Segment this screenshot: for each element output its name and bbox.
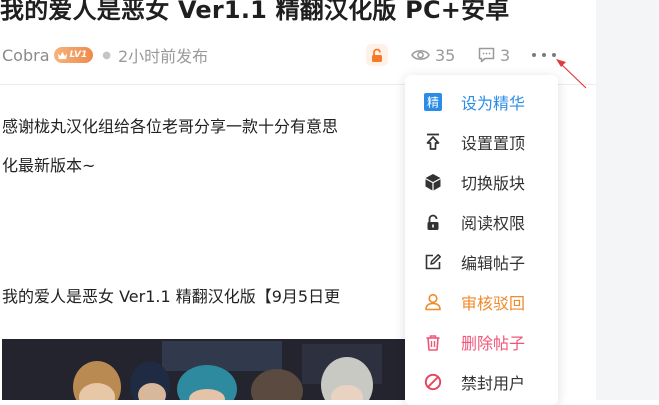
- page-right-gutter: [596, 0, 659, 400]
- post-time: 2小时前发布: [117, 47, 209, 66]
- menu-item-review-reject[interactable]: 审核驳回: [405, 282, 558, 322]
- menu-item-label: 删除帖子: [461, 334, 526, 353]
- menu-item-label: 设置置顶: [461, 134, 526, 153]
- more-dot-icon: [542, 53, 546, 57]
- jing-badge-text: 精: [427, 96, 439, 110]
- menu-item-edit-post[interactable]: 编辑帖子: [405, 242, 558, 282]
- eye-icon: [411, 50, 430, 60]
- menu-item-label: 审核驳回: [461, 294, 526, 313]
- views-count: 35: [435, 45, 456, 65]
- post-title: 我的爱人是恶女 Ver1.1 精翻汉化版 PC+安卓: [0, 0, 510, 24]
- menu-item-ban-user[interactable]: 禁封用户: [405, 362, 558, 402]
- comments-stat[interactable]: 3: [478, 44, 510, 66]
- cube-icon: [423, 172, 443, 192]
- trash-icon: [423, 332, 443, 352]
- menu-item-switch-section[interactable]: 切换版块: [405, 162, 558, 202]
- menu-item-delete-post[interactable]: 删除帖子: [405, 322, 558, 362]
- views-stat: 35: [411, 44, 455, 66]
- menu-item-set-featured[interactable]: 精 设为精华: [405, 82, 558, 122]
- author-name[interactable]: Cobra: [2, 46, 50, 65]
- more-dot-icon: [532, 53, 536, 57]
- edit-icon: [423, 252, 443, 272]
- pin-top-icon: [423, 132, 443, 152]
- comment-icon: [478, 47, 495, 63]
- user-reject-icon: [423, 292, 443, 312]
- read-lock-button[interactable]: [366, 44, 388, 66]
- more-options-button[interactable]: [532, 48, 556, 62]
- lock-icon: [423, 212, 443, 232]
- jing-badge-icon: 精: [423, 92, 443, 112]
- comments-count: 3: [500, 45, 511, 65]
- post-body-line: 化最新版本~: [2, 156, 96, 175]
- post-actions-menu: 精 设为精华 设置置顶 切换版块 阅读权限 编辑帖子 审核驳回 删除帖子 禁封用…: [405, 75, 558, 405]
- unlock-icon: [372, 48, 382, 62]
- menu-item-label: 编辑帖子: [461, 254, 526, 273]
- menu-item-label: 阅读权限: [461, 214, 526, 233]
- level-badge-text: LV1: [69, 50, 88, 60]
- post-meta: Cobra LV1 ● 2小时前发布: [2, 44, 209, 67]
- menu-item-set-top[interactable]: 设置置顶: [405, 122, 558, 162]
- post-image[interactable]: [2, 339, 422, 400]
- menu-item-label: 切换版块: [461, 174, 526, 193]
- meta-separator-dot: ●: [102, 49, 111, 61]
- level-badge: LV1: [53, 47, 94, 63]
- more-dot-icon: [552, 53, 556, 57]
- ban-icon: [423, 372, 443, 392]
- post-body-line: 感谢栊丸汉化组给各位老哥分享一款十分有意思: [2, 117, 339, 136]
- menu-item-label: 禁封用户: [461, 374, 526, 393]
- crown-icon: [57, 51, 67, 59]
- post-body-line: 我的爱人是恶女 Ver1.1 精翻汉化版【9月5日更: [2, 287, 341, 306]
- menu-item-read-permission[interactable]: 阅读权限: [405, 202, 558, 242]
- game-artwork-image: [2, 339, 422, 400]
- menu-item-label: 设为精华: [461, 94, 526, 113]
